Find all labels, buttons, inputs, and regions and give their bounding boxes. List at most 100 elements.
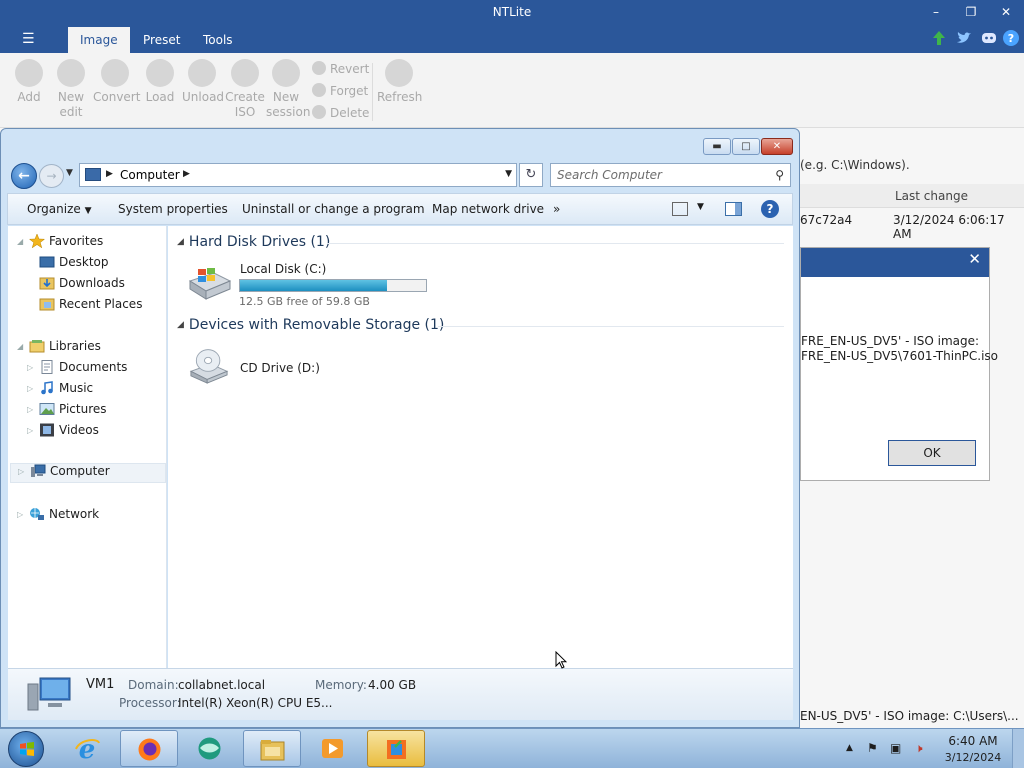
clock-time[interactable]: 6:40 AM <box>944 734 1002 748</box>
sidebar-item-music[interactable]: ▷ Music <box>27 381 93 401</box>
address-bar[interactable]: ▶ Computer ▶ ▼ <box>79 163 517 187</box>
path-hint-text: (e.g. C:\Windows). <box>800 158 910 172</box>
hamburger-menu-icon[interactable]: ☰ <box>22 31 35 47</box>
unload-button[interactable]: Unload <box>182 59 224 105</box>
sidebar-item-network[interactable]: ▷ Network <box>17 507 99 527</box>
new-session-button[interactable]: New session <box>266 59 310 120</box>
tab-preset[interactable]: Preset <box>131 27 192 53</box>
undo-icon <box>312 61 326 75</box>
dialog-close-icon[interactable]: ✕ <box>968 250 981 268</box>
image-row-date[interactable]: 3/12/2024 6:06:17 AM <box>893 213 1024 241</box>
breadcrumb-computer[interactable]: Computer <box>120 168 180 182</box>
group-header-removable-storage[interactable]: ◢ Devices with Removable Storage (1) <box>177 317 444 333</box>
system-properties-button[interactable]: System properties <box>118 202 228 216</box>
network-status-icon[interactable]: ▣ <box>890 741 901 755</box>
folder-icon <box>260 740 285 761</box>
sidebar-item-computer[interactable]: ▷ Computer <box>10 463 166 483</box>
expand-triangle-icon[interactable]: ▷ <box>18 467 28 476</box>
forward-arrow-icon[interactable]: → <box>39 164 64 188</box>
update-arrow-icon[interactable] <box>930 29 948 47</box>
new-edit-icon <box>57 59 85 87</box>
delete-button[interactable]: Delete <box>312 105 369 123</box>
refresh-button[interactable]: Refresh <box>377 59 422 105</box>
expand-triangle-icon[interactable]: ◢ <box>17 237 27 246</box>
organize-button[interactable]: Organize ▼ <box>27 202 92 216</box>
preview-pane-icon[interactable] <box>725 202 742 216</box>
firefox-icon <box>138 738 161 761</box>
taskbar-file-explorer[interactable] <box>243 730 301 767</box>
libraries-icon <box>29 340 45 353</box>
breadcrumb-arrow-icon[interactable]: ▶ <box>183 169 190 179</box>
collapse-triangle-icon[interactable]: ◢ <box>177 320 184 330</box>
taskbar-ntlite[interactable] <box>367 730 425 767</box>
convert-button[interactable]: Convert <box>93 59 140 105</box>
expand-triangle-icon[interactable]: ◢ <box>17 342 27 351</box>
dialog-message-line-2: FRE_EN-US_DV5\7601-ThinPC.iso <box>801 349 999 363</box>
action-center-flag-icon[interactable]: ⚑ <box>867 741 878 755</box>
internet-explorer-icon: e <box>75 736 100 761</box>
drive-c-name: Local Disk (C:) <box>240 262 327 276</box>
discord-icon[interactable] <box>980 29 998 47</box>
add-button[interactable]: Add <box>9 59 49 105</box>
sidebar-item-libraries[interactable]: ◢ Libraries <box>17 339 101 359</box>
taskbar-media-player[interactable] <box>304 730 362 767</box>
create-iso-button[interactable]: Create ISO <box>225 59 265 120</box>
chevron-down-icon[interactable]: ▼ <box>697 202 704 212</box>
expand-triangle-icon[interactable]: ▷ <box>27 405 37 414</box>
collapse-triangle-icon[interactable]: ◢ <box>177 237 184 247</box>
dialog-title-bar: ✕ <box>801 248 989 277</box>
sidebar-item-downloads[interactable]: Downloads <box>27 276 125 296</box>
recent-pages-chevron-icon[interactable]: ▼ <box>66 168 73 178</box>
volume-muted-icon[interactable]: 🕨 <box>915 741 923 756</box>
taskbar-app-globe[interactable] <box>181 730 239 767</box>
expand-triangle-icon[interactable]: ▷ <box>17 510 27 519</box>
desktop-icon <box>39 256 55 268</box>
column-last-change[interactable]: Last change <box>895 189 968 203</box>
sidebar-item-pictures[interactable]: ▷ Pictures <box>27 402 107 422</box>
show-hidden-icons-icon[interactable]: ▲ <box>846 743 853 753</box>
sidebar-item-favorites[interactable]: ◢ Favorites <box>17 234 103 254</box>
group-header-hard-disk-drives[interactable]: ◢ Hard Disk Drives (1) <box>177 234 330 250</box>
new-edit-button[interactable]: New edit <box>51 59 91 120</box>
change-view-icon[interactable] <box>672 202 688 216</box>
help-circle-icon[interactable]: ? <box>1002 29 1020 47</box>
tab-tools[interactable]: Tools <box>191 27 245 53</box>
forget-button[interactable]: Forget <box>312 83 368 101</box>
network-icon <box>30 508 44 520</box>
address-history-dropdown-icon[interactable]: ▼ <box>505 169 512 179</box>
twitter-icon[interactable] <box>955 29 973 47</box>
sidebar-item-videos[interactable]: ▷ Videos <box>27 423 99 443</box>
back-arrow-icon[interactable]: ← <box>11 163 37 189</box>
sidebar-item-desktop[interactable]: Desktop <box>27 255 109 275</box>
start-button[interactable] <box>8 731 44 767</box>
taskbar-firefox[interactable] <box>120 730 178 767</box>
map-network-drive-button[interactable]: Map network drive <box>432 202 544 216</box>
sidebar-item-documents[interactable]: ▷ Documents <box>27 360 127 380</box>
help-icon[interactable]: ? <box>761 200 779 218</box>
maximize-icon[interactable]: □ <box>732 138 760 155</box>
ok-button[interactable]: OK <box>888 440 976 466</box>
load-button[interactable]: Load <box>140 59 180 105</box>
search-icon[interactable]: ⚲ <box>775 168 784 182</box>
more-commands-button[interactable]: » <box>553 202 560 216</box>
search-box[interactable]: ⚲ <box>550 163 791 187</box>
uninstall-program-button[interactable]: Uninstall or change a program <box>242 202 425 216</box>
expand-triangle-icon[interactable]: ▷ <box>27 384 37 393</box>
clock-date[interactable]: 3/12/2024 <box>944 751 1002 764</box>
restore-icon[interactable]: ❐ <box>959 3 983 21</box>
expand-triangle-icon[interactable]: ▷ <box>27 426 37 435</box>
sidebar-item-recent-places[interactable]: Recent Places <box>27 297 142 317</box>
minimize-icon[interactable]: – <box>924 3 948 21</box>
taskbar-internet-explorer[interactable]: e <box>59 730 117 767</box>
breadcrumb-arrow-icon[interactable]: ▶ <box>106 169 113 179</box>
search-input[interactable] <box>557 168 762 182</box>
tab-image[interactable]: Image <box>68 27 130 53</box>
close-icon[interactable]: ✕ <box>761 138 793 155</box>
minimize-icon[interactable]: ▬ <box>703 138 731 155</box>
refresh-icon[interactable]: ↻ <box>519 163 543 187</box>
show-desktop-button[interactable] <box>1012 729 1024 768</box>
image-row-id[interactable]: 67c72a4 <box>800 213 852 227</box>
expand-triangle-icon[interactable]: ▷ <box>27 363 37 372</box>
revert-button[interactable]: Revert <box>312 61 369 79</box>
close-icon[interactable]: ✕ <box>994 3 1018 21</box>
